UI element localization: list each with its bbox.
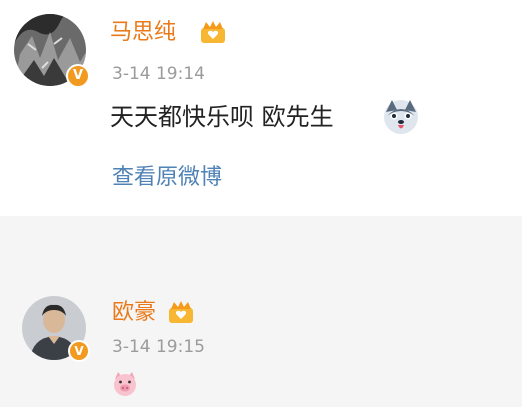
avatar[interactable]: V: [14, 14, 90, 88]
view-original-post-link[interactable]: 查看原微博: [112, 164, 222, 192]
crown-icon: [199, 20, 227, 44]
verified-badge: V: [66, 64, 90, 88]
avatar[interactable]: V: [22, 296, 90, 362]
comment-card: V 马思纯 3-14 19:14 天天都快乐呗 欧先生 查看原微博: [0, 0, 522, 216]
author-name[interactable]: 欧豪: [112, 300, 156, 326]
pig-emoji-icon: [112, 371, 138, 397]
comment-timestamp: 3-14 19:15: [112, 337, 205, 357]
crown-icon: [167, 300, 195, 324]
author-name[interactable]: 马思纯: [110, 20, 176, 46]
comment-timestamp: 3-14 19:14: [112, 64, 205, 84]
comment-text: 天天都快乐呗 欧先生: [110, 103, 334, 131]
divider-gap: [0, 216, 522, 272]
husky-dog-emoji-icon: [382, 98, 420, 136]
verified-badge: V: [68, 340, 90, 362]
